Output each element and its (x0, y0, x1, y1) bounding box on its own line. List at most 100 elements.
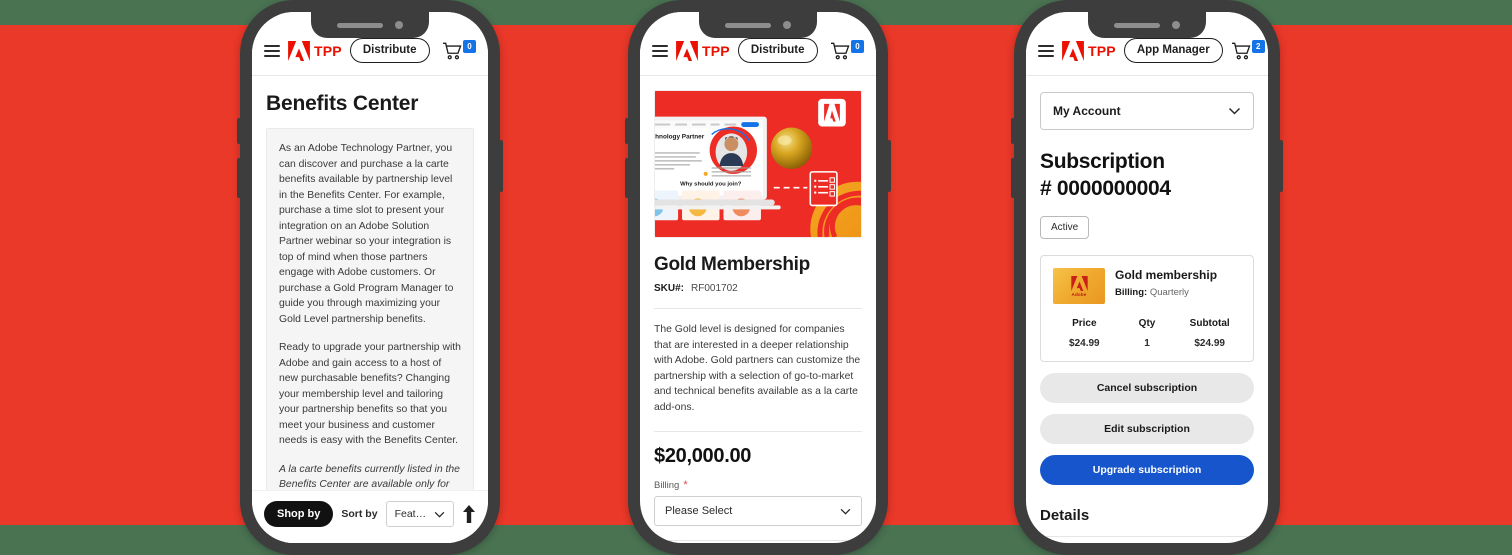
brand-text-3: TPP (1088, 42, 1116, 59)
subtotal-header: Subtotal (1189, 318, 1230, 329)
phone-volume-down-button[interactable] (625, 158, 629, 198)
phone-notch (311, 12, 429, 38)
product-hero-image: Technology Partner m (654, 90, 862, 238)
program-pill-distribute[interactable]: Distribute (737, 38, 818, 63)
hamburger-icon[interactable] (264, 44, 280, 57)
billing-label: Billing: (1115, 287, 1148, 298)
adobe-logo-icon (1062, 40, 1084, 61)
program-pill-app-manager[interactable]: App Manager (1123, 38, 1223, 63)
notch-camera (783, 21, 791, 29)
divider (654, 431, 862, 432)
cancel-subscription-button[interactable]: Cancel subscription (1040, 373, 1254, 403)
chevron-down-icon (1228, 107, 1241, 115)
phone-volume-down-button[interactable] (237, 158, 241, 198)
benefits-info-card: As an Adobe Technology Partner, you can … (266, 128, 474, 543)
product-title: Gold Membership (654, 254, 810, 275)
program-pill-distribute[interactable]: Distribute (349, 38, 430, 63)
phone-notch (1088, 12, 1206, 38)
phone-volume-down-button[interactable] (1011, 158, 1015, 198)
phone-screen-1: TPP Distribute 0 Benefits Center As an A… (252, 12, 488, 543)
svg-text:Why should you join?: Why should you join? (680, 182, 742, 188)
phone-notch (699, 12, 817, 38)
subscription-number: # 0000000004 (1040, 177, 1171, 200)
cart-badge-count-3: 2 (1251, 39, 1265, 53)
divider (654, 540, 862, 541)
adobe-logo-icon (676, 40, 698, 61)
price-header: Price (1072, 318, 1097, 329)
subtotal-column: Subtotal $24.99 (1178, 318, 1241, 349)
subscription-title-line1: Subscription (1040, 150, 1165, 173)
phone-screen-3: TPP App Manager 2 My Account Subscriptio… (1026, 12, 1268, 543)
phone-power-button[interactable] (499, 140, 503, 192)
phones-stage: TPP Distribute 0 Benefits Center As an A… (0, 0, 1512, 555)
shop-toolbar: Shop by Sort by Featured (252, 490, 488, 543)
sort-by-label: Sort by (341, 508, 378, 520)
subscription-item-card: Adobe Gold membership Billing: Quarterly (1040, 255, 1254, 362)
cart-button-1[interactable]: 0 (442, 39, 476, 60)
subscription-price-table: Price $24.99 Qty 1 Subtotal $24.99 (1053, 318, 1241, 349)
notch-camera (395, 21, 403, 29)
product-description: The Gold level is designed for companies… (654, 324, 861, 413)
phone-power-button[interactable] (887, 140, 891, 192)
divider (1040, 536, 1254, 537)
subscription-item-meta: Gold membership Billing: Quarterly (1115, 268, 1217, 298)
chevron-down-icon (840, 508, 851, 515)
phone-screen-2: TPP Distribute 0 hnology Partner Why sho… (640, 12, 876, 543)
shop-by-button[interactable]: Shop by (264, 501, 334, 527)
app-body-1: Benefits Center As an Adobe Technology P… (252, 92, 488, 543)
subtotal-value: $24.99 (1194, 338, 1225, 349)
benefits-paragraph-1: As an Adobe Technology Partner, you can … (279, 143, 454, 325)
phone-power-button[interactable] (1279, 140, 1283, 192)
subscription-item-header: Adobe Gold membership Billing: Quarterly (1053, 268, 1241, 304)
phone-mockup-benefits-center: TPP Distribute 0 Benefits Center As an A… (237, 0, 503, 555)
price-value: $24.99 (1069, 338, 1100, 349)
billing-label-text: Billing (654, 480, 680, 491)
account-select[interactable]: My Account (1040, 92, 1254, 130)
cart-button-3[interactable]: 2 (1231, 39, 1265, 60)
upgrade-subscription-button[interactable]: Upgrade subscription (1040, 455, 1254, 485)
subscription-item-billing: Billing: Quarterly (1115, 287, 1217, 298)
product-thumbnail: Adobe (1053, 268, 1105, 304)
required-asterisk: * (683, 479, 688, 491)
brand-lockup-1[interactable]: TPP (288, 40, 342, 61)
sort-by-value: Featured (394, 508, 428, 520)
edit-subscription-button[interactable]: Edit subscription (1040, 414, 1254, 444)
product-sku: SKU#: RF001702 (654, 283, 862, 294)
benefits-paragraph-2: Ready to upgrade your partnership with A… (279, 342, 461, 446)
details-heading: Details (1040, 507, 1090, 524)
brand-lockup-2[interactable]: TPP (676, 40, 730, 61)
svg-text:Technology Partner: Technology Partner (655, 133, 705, 140)
sku-value: RF001702 (691, 283, 738, 294)
adobe-logo-icon (1070, 275, 1088, 291)
status-badge: Active (1040, 216, 1090, 239)
cart-badge-count-2: 0 (851, 39, 864, 53)
product-price: $20,000.00 (654, 445, 752, 467)
phone-volume-up-button[interactable] (1011, 118, 1015, 144)
product-hero-artwork: Technology Partner m (655, 91, 861, 237)
app-body-3: My Account Subscription # 0000000004 Act… (1026, 92, 1268, 537)
billing-select[interactable]: Please Select (654, 496, 862, 526)
notch-speaker (337, 22, 383, 28)
brand-lockup-3[interactable]: TPP (1062, 40, 1116, 61)
hamburger-icon[interactable] (1038, 44, 1054, 57)
hamburger-icon[interactable] (652, 44, 668, 57)
cart-icon (443, 42, 462, 59)
chevron-down-icon (434, 511, 445, 518)
brand-text-2: TPP (702, 42, 730, 59)
sort-by-select[interactable]: Featured (385, 501, 454, 527)
phone-volume-up-button[interactable] (237, 118, 241, 144)
billing-value: Quarterly (1149, 287, 1189, 298)
notch-speaker (725, 22, 771, 28)
phone-volume-up-button[interactable] (625, 118, 629, 144)
qty-column: Qty 1 (1116, 318, 1179, 349)
phone-mockup-product-detail: TPP Distribute 0 hnology Partner Why sho… (625, 0, 891, 555)
cart-icon (1231, 42, 1251, 59)
app-body-2: Technology Partner m (640, 90, 876, 543)
cart-button-2[interactable]: 0 (830, 39, 864, 60)
notch-speaker (1114, 22, 1160, 28)
sort-ascending-arrow-icon[interactable] (462, 505, 476, 523)
billing-field-label: Billing * (654, 479, 862, 492)
notch-camera (1172, 21, 1180, 29)
qty-value: 1 (1144, 338, 1150, 349)
cart-icon (831, 42, 850, 59)
